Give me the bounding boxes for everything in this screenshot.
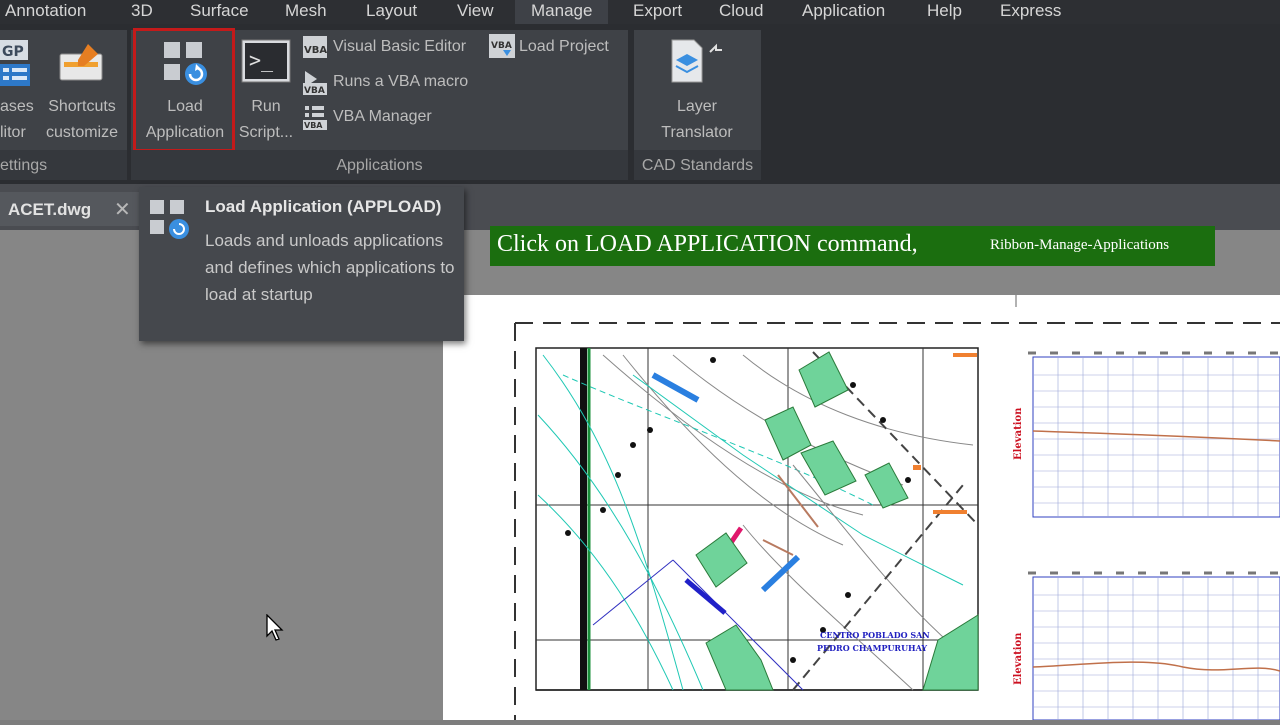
tab-manage[interactable]: Manage: [515, 0, 609, 24]
partial-button-line1: ases: [0, 98, 34, 115]
svg-text:VBA: VBA: [304, 121, 323, 130]
drawing-label-1: CENTRO POBLADO SAN: [820, 630, 930, 640]
profile-axis-label-1: Elevation: [1013, 407, 1024, 460]
load-project-label: Load Project: [519, 38, 609, 55]
tutorial-caption: Click on LOAD APPLICATION command, Ribbo…: [490, 226, 1215, 266]
visual-basic-editor-label: Visual Basic Editor: [333, 38, 467, 55]
shortcuts-customize-button[interactable]: Shortcuts customize: [40, 94, 124, 146]
tooltip: Load Application (APPLOAD) Loads and unl…: [139, 187, 464, 341]
tab-help[interactable]: Help: [927, 0, 962, 24]
vba-manager-button[interactable]: VBA VBA Manager: [303, 104, 483, 132]
layer-translator-label-2: Translator: [661, 124, 733, 141]
ribbon-tab-bar: Annotation 3D Surface Mesh Layout View M…: [0, 0, 1280, 24]
layer-translator-label-1: Layer: [676, 98, 718, 115]
file-tab-acet[interactable]: ACET.dwg ✕: [0, 192, 140, 226]
partial-button-label[interactable]: ases litor: [0, 94, 34, 146]
shortcuts-label-1: Shortcuts: [48, 98, 116, 115]
vba-manager-label: VBA Manager: [333, 108, 432, 125]
visual-basic-editor-button[interactable]: VBA Visual Basic Editor: [303, 34, 483, 62]
load-application-icon: [150, 200, 189, 239]
tab-express[interactable]: Express: [1000, 0, 1061, 24]
tab-mesh[interactable]: Mesh: [285, 0, 327, 24]
run-script-icon: >_: [241, 38, 293, 91]
file-tab-name: ACET.dwg: [8, 200, 92, 219]
drawing-label-2: PEDRO CHAMPURUHAY: [817, 643, 927, 653]
paper-layout: CENTRO POBLADO SAN PEDRO CHAMPURUHAY Ele…: [443, 295, 1280, 721]
run-vba-macro-button[interactable]: VBA Runs a VBA macro: [303, 69, 483, 97]
run-script-label-2: Script...: [238, 124, 294, 141]
run-script-label-1: Run: [251, 98, 281, 115]
tab-export[interactable]: Export: [633, 0, 682, 24]
tab-view[interactable]: View: [457, 0, 494, 24]
caption-sub-text: Ribbon-Manage-Applications: [990, 237, 1170, 253]
vba-manager-icon: VBA: [303, 106, 327, 130]
drawing-graphics: CENTRO POBLADO SAN PEDRO CHAMPURUHAY Ele…: [514, 295, 1280, 721]
tab-3d[interactable]: 3D: [131, 0, 153, 24]
tab-cloud[interactable]: Cloud: [719, 0, 763, 24]
caption-main-text: Click on LOAD APPLICATION command,: [497, 231, 918, 257]
run-script-button[interactable]: Run Script...: [236, 94, 296, 146]
load-application-label-2: Application: [145, 124, 225, 141]
tab-annotation[interactable]: Annotation: [5, 0, 86, 24]
tab-layout[interactable]: Layout: [366, 0, 417, 24]
vba-editor-icon: VBA: [303, 36, 327, 58]
customization-panel-title[interactable]: ettings: [0, 150, 127, 180]
database-icon: GP: [0, 38, 34, 95]
svg-text:VBA: VBA: [304, 45, 327, 56]
close-icon[interactable]: ✕: [114, 197, 131, 222]
load-application-icon: [162, 40, 210, 91]
cad-standards-panel-title-text: CAD Standards: [641, 157, 754, 174]
applications-panel-title-text: Applications: [336, 157, 423, 174]
svg-text:>_: >_: [249, 48, 274, 72]
tab-surface[interactable]: Surface: [190, 0, 249, 24]
load-project-icon: VBA: [489, 34, 515, 58]
tooltip-description: Loads and unloads applications and defin…: [205, 231, 455, 304]
vba-macro-icon: VBA: [303, 71, 327, 96]
svg-text:GP: GP: [2, 44, 24, 60]
mouse-cursor-icon: [266, 614, 284, 641]
layer-translator-icon: [668, 38, 728, 91]
layer-translator-button[interactable]: Layer Translator: [640, 94, 754, 146]
profile-axis-label-2: Elevation: [1013, 632, 1024, 685]
tab-application[interactable]: Application: [802, 0, 885, 24]
customization-panel-title-text: ettings: [0, 157, 48, 174]
shortcuts-icon: [58, 40, 106, 89]
run-vba-macro-label: Runs a VBA macro: [333, 73, 469, 90]
cad-standards-panel-title[interactable]: CAD Standards: [634, 150, 761, 180]
applications-panel-title[interactable]: Applications: [131, 150, 628, 180]
load-application-label-1: Load: [167, 98, 203, 115]
svg-text:VBA: VBA: [304, 86, 325, 96]
load-application-button[interactable]: Load Application: [136, 94, 234, 146]
partial-button-line2: litor: [0, 124, 26, 141]
tooltip-title: Load Application (APPLOAD): [205, 197, 442, 216]
load-project-button[interactable]: VBA Load Project: [489, 34, 624, 62]
shortcuts-label-2: customize: [45, 124, 119, 141]
svg-text:VBA: VBA: [491, 41, 512, 51]
